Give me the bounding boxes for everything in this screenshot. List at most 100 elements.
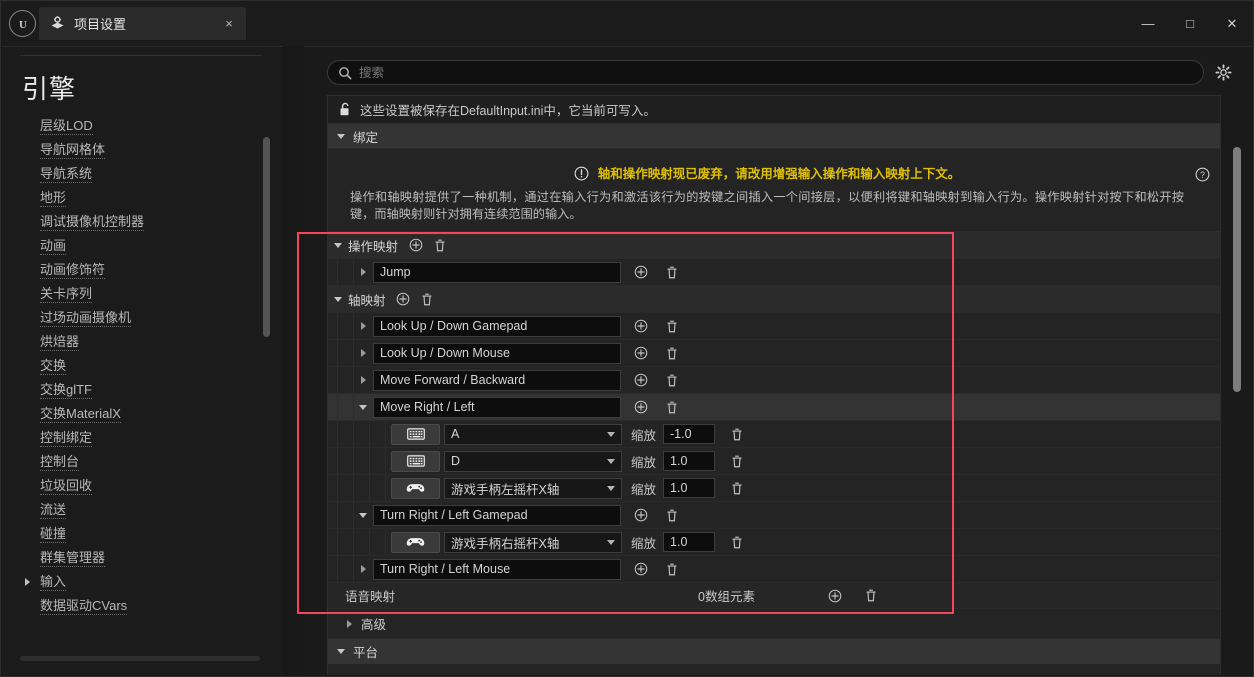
mapping-name-input[interactable] bbox=[373, 504, 621, 526]
delete-key-button[interactable] bbox=[727, 452, 746, 471]
tab-project-settings[interactable]: 项目设置 × bbox=[39, 7, 246, 40]
sidebar-item[interactable]: 碰撞 bbox=[2, 522, 283, 546]
mapping-name-input[interactable] bbox=[373, 342, 621, 364]
settings-content: 这些设置被保存在DefaultInput.ini中，它当前可写入。 绑定 bbox=[304, 46, 1252, 675]
sidebar-horizontal-scrollbar[interactable] bbox=[20, 656, 260, 661]
add-key-button[interactable] bbox=[631, 344, 650, 363]
sidebar-item[interactable]: 输入 bbox=[2, 570, 283, 594]
advanced-section-row[interactable]: 高级 bbox=[328, 609, 1220, 639]
sidebar-item[interactable]: 关卡序列 bbox=[2, 282, 283, 306]
delete-key-button[interactable] bbox=[727, 425, 746, 444]
delete-mapping-button[interactable] bbox=[430, 236, 449, 255]
sidebar-vertical-scrollbar[interactable] bbox=[263, 137, 270, 337]
mapping-group-header[interactable]: 操作映射 bbox=[328, 232, 1220, 259]
mapping-row[interactable] bbox=[328, 259, 1220, 286]
add-speech-mapping-button[interactable] bbox=[825, 586, 844, 605]
delete-speech-mapping-button[interactable] bbox=[861, 586, 880, 605]
mapping-row-actions bbox=[631, 560, 686, 579]
keyboard-icon-button[interactable] bbox=[391, 423, 440, 445]
sidebar-item[interactable]: 烘焙器 bbox=[2, 330, 283, 354]
scale-input[interactable] bbox=[663, 478, 716, 498]
add-key-button[interactable] bbox=[631, 263, 650, 282]
help-icon[interactable]: ? bbox=[1195, 167, 1210, 182]
tab-close-icon[interactable]: × bbox=[221, 16, 237, 32]
mapping-row[interactable] bbox=[328, 556, 1220, 583]
sidebar-item[interactable]: 层级LOD bbox=[2, 114, 283, 138]
keyboard-icon-button[interactable] bbox=[391, 450, 440, 472]
key-select[interactable]: A bbox=[444, 423, 622, 445]
delete-mapping-button[interactable] bbox=[418, 290, 437, 309]
sidebar-item[interactable]: 交换 bbox=[2, 354, 283, 378]
chevron-down-icon[interactable] bbox=[353, 394, 373, 421]
maximize-button[interactable]: □ bbox=[1169, 1, 1211, 46]
chevron-right-icon[interactable] bbox=[353, 556, 373, 583]
add-key-button[interactable] bbox=[631, 398, 650, 417]
section-bindings-header[interactable]: 绑定 bbox=[328, 124, 1220, 149]
add-key-button[interactable] bbox=[631, 371, 650, 390]
gamepad-icon-button[interactable] bbox=[391, 531, 440, 553]
sidebar-item[interactable]: 动画 bbox=[2, 234, 283, 258]
delete-mapping-button[interactable] bbox=[662, 560, 681, 579]
chevron-down-icon[interactable] bbox=[328, 232, 348, 259]
add-key-button[interactable] bbox=[631, 560, 650, 579]
scale-input[interactable] bbox=[663, 424, 716, 444]
sidebar-item[interactable]: 垃圾回收 bbox=[2, 474, 283, 498]
sidebar-item[interactable]: 流送 bbox=[2, 498, 283, 522]
add-mapping-button[interactable] bbox=[394, 290, 413, 309]
delete-key-button[interactable] bbox=[727, 479, 746, 498]
chevron-down-icon[interactable] bbox=[353, 502, 373, 529]
delete-mapping-button[interactable] bbox=[662, 506, 681, 525]
content-vertical-scrollbar[interactable] bbox=[1233, 147, 1241, 392]
mapping-name-input[interactable] bbox=[373, 396, 621, 418]
close-button[interactable]: ✕ bbox=[1211, 1, 1253, 46]
mapping-name-input[interactable] bbox=[373, 558, 621, 580]
delete-key-button[interactable] bbox=[727, 533, 746, 552]
platform-section-row[interactable]: 平台 bbox=[328, 639, 1220, 664]
mapping-group-header[interactable]: 轴映射 bbox=[328, 286, 1220, 313]
delete-mapping-button[interactable] bbox=[662, 263, 681, 282]
delete-mapping-button[interactable] bbox=[662, 317, 681, 336]
sidebar-item[interactable]: 导航网格体 bbox=[2, 138, 283, 162]
chevron-right-icon[interactable] bbox=[353, 340, 373, 367]
chevron-right-icon[interactable] bbox=[353, 367, 373, 394]
mapping-row[interactable] bbox=[328, 502, 1220, 529]
sidebar-item[interactable]: 调试摄像机控制器 bbox=[2, 210, 283, 234]
key-select[interactable]: 游戏手柄左摇杆X轴 bbox=[444, 477, 622, 499]
chevron-down-icon[interactable] bbox=[328, 286, 348, 313]
key-select[interactable]: D bbox=[444, 450, 622, 472]
key-select[interactable]: 游戏手柄右摇杆X轴 bbox=[444, 531, 622, 553]
delete-mapping-button[interactable] bbox=[662, 371, 681, 390]
add-mapping-button[interactable] bbox=[406, 236, 425, 255]
sidebar-item[interactable]: 动画修饰符 bbox=[2, 258, 283, 282]
mapping-name-input[interactable] bbox=[373, 261, 621, 283]
minimize-button[interactable]: — bbox=[1127, 1, 1169, 46]
add-key-button[interactable] bbox=[631, 317, 650, 336]
sidebar-item[interactable]: 地形 bbox=[2, 186, 283, 210]
sidebar-item[interactable]: 导航系统 bbox=[2, 162, 283, 186]
chevron-right-icon[interactable] bbox=[353, 259, 373, 286]
scale-input[interactable] bbox=[663, 532, 716, 552]
mapping-row[interactable] bbox=[328, 340, 1220, 367]
delete-mapping-button[interactable] bbox=[662, 398, 681, 417]
sidebar-item[interactable]: 控制台 bbox=[2, 450, 283, 474]
chevron-right-icon[interactable] bbox=[25, 578, 30, 586]
sidebar-item[interactable]: 群集管理器 bbox=[2, 546, 283, 570]
search-box[interactable] bbox=[327, 60, 1204, 85]
sidebar-item[interactable]: 数据驱动CVars bbox=[2, 594, 283, 618]
sidebar-item[interactable]: 控制绑定 bbox=[2, 426, 283, 450]
gamepad-icon-button[interactable] bbox=[391, 477, 440, 499]
delete-mapping-button[interactable] bbox=[662, 344, 681, 363]
mapping-name-input[interactable] bbox=[373, 369, 621, 391]
sidebar-item[interactable]: 交换MaterialX bbox=[2, 402, 283, 426]
mapping-row[interactable] bbox=[328, 313, 1220, 340]
search-input[interactable] bbox=[359, 65, 1193, 80]
settings-gear-icon[interactable] bbox=[1212, 62, 1234, 84]
add-key-button[interactable] bbox=[631, 506, 650, 525]
mapping-name-input[interactable] bbox=[373, 315, 621, 337]
sidebar-item[interactable]: 过场动画摄像机 bbox=[2, 306, 283, 330]
mapping-row[interactable] bbox=[328, 367, 1220, 394]
chevron-right-icon[interactable] bbox=[353, 313, 373, 340]
scale-input[interactable] bbox=[663, 451, 716, 471]
sidebar-item[interactable]: 交换glTF bbox=[2, 378, 283, 402]
mapping-row[interactable] bbox=[328, 394, 1220, 421]
